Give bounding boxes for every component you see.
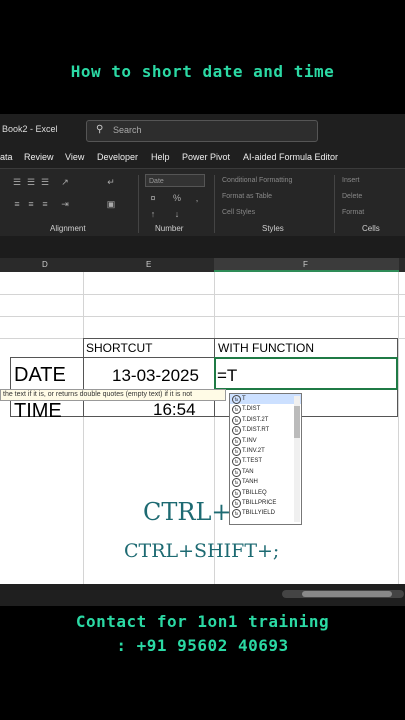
- function-icon: fx: [232, 405, 241, 415]
- contact-line-1: Contact for 1on1 training: [75, 612, 330, 631]
- function-header-text: WITH FUNCTION: [218, 341, 314, 355]
- align-bottom-icon[interactable]: ☰: [40, 177, 50, 187]
- wrap-text-icon[interactable]: ↵: [106, 177, 116, 187]
- active-cell-editor[interactable]: [214, 357, 398, 390]
- function-icon: fx: [232, 488, 241, 498]
- menu-ai-formula-editor[interactable]: AI-aided Formula Editor: [243, 152, 338, 162]
- horizontal-scrollbar[interactable]: [282, 590, 404, 598]
- column-header-d[interactable]: D: [42, 260, 48, 269]
- function-tooltip: the text if it is, or returns double quo…: [0, 389, 226, 401]
- autocomplete-item[interactable]: fx T.INV.2T: [230, 446, 301, 456]
- grid-line: [83, 272, 84, 584]
- autocomplete-item[interactable]: fx TANH: [230, 477, 301, 488]
- search-icon: ⚲: [96, 124, 104, 135]
- conditional-formatting-button[interactable]: Conditional Formatting: [222, 177, 292, 184]
- autocomplete-item[interactable]: fx TBILLEQ: [230, 488, 301, 498]
- align-middle-icon[interactable]: ☰: [26, 177, 36, 187]
- menu-bar: ata Review View Developer Help Power Piv…: [0, 146, 405, 168]
- function-icon: fx: [232, 509, 241, 519]
- autocomplete-item[interactable]: fx TBILLYIELD: [230, 508, 301, 519]
- autocomplete-item[interactable]: fx T.TEST: [230, 456, 301, 467]
- autocomplete-scrollbar[interactable]: [294, 396, 300, 522]
- grid-line: [0, 294, 405, 295]
- ribbon-separator: [138, 175, 139, 233]
- autocomplete-item[interactable]: fx T.DIST.RT: [230, 425, 301, 436]
- ribbon: ☰ ☰ ☰ ↗ ≡ ≡ ≡ ⇥ ↵ ▣ Alignment Date ¤ % ,…: [0, 168, 405, 237]
- formula-bar[interactable]: [0, 236, 405, 258]
- autocomplete-item[interactable]: fx T.DIST: [230, 404, 301, 415]
- ribbon-separator: [334, 175, 335, 233]
- function-icon: fx: [232, 426, 241, 436]
- column-header-e[interactable]: E: [146, 260, 151, 269]
- group-alignment-label: Alignment: [50, 224, 86, 233]
- group-styles-label: Styles: [262, 224, 284, 233]
- grid-line: [0, 316, 405, 317]
- indent-icon[interactable]: ⇥: [60, 199, 70, 209]
- autocomplete-item[interactable]: fx T.DIST.2T: [230, 415, 301, 425]
- format-as-table-button[interactable]: Format as Table: [222, 193, 272, 200]
- currency-icon[interactable]: ¤: [148, 193, 158, 203]
- function-icon: fx: [232, 478, 241, 488]
- formula-input-text: =T: [217, 366, 238, 385]
- autocomplete-item[interactable]: fx TBILLPRICE: [230, 498, 301, 508]
- contact-line-2: : +91 95602 40693: [116, 636, 289, 655]
- menu-view[interactable]: View: [65, 152, 84, 162]
- title-bar: Book2 - Excel ⚲ Search: [0, 114, 405, 146]
- ribbon-separator: [214, 175, 215, 233]
- align-center-icon[interactable]: ≡: [26, 199, 36, 209]
- merge-center-icon[interactable]: ▣: [106, 199, 116, 209]
- grid-line: [398, 272, 399, 584]
- number-format-dropdown[interactable]: Date: [145, 174, 205, 187]
- time-label-text: TIME: [14, 400, 62, 422]
- date-label-text: DATE: [14, 364, 66, 386]
- sheet-bottom-bar: [0, 584, 405, 606]
- autocomplete-item[interactable]: fx T.INV: [230, 436, 301, 446]
- excel-window: Book2 - Excel ⚲ Search ata Review View D…: [0, 114, 405, 606]
- function-autocomplete-list[interactable]: fx T fx T.DIST fx T.DIST.2T fx T.DIST.RT fx T…: [229, 393, 302, 525]
- cell-styles-button[interactable]: Cell Styles: [222, 209, 255, 216]
- group-number-label: Number: [155, 224, 184, 233]
- horizontal-scroll-thumb[interactable]: [302, 591, 392, 597]
- group-cells-label: Cells: [362, 224, 380, 233]
- format-cells-button[interactable]: Format: [342, 209, 364, 216]
- function-icon: fx: [232, 467, 241, 477]
- autocomplete-item[interactable]: fx TAN: [230, 467, 301, 477]
- time-value-text: 16:54: [153, 400, 196, 419]
- menu-review[interactable]: Review: [24, 152, 54, 162]
- orientation-icon[interactable]: ↗: [60, 177, 70, 187]
- function-icon: fx: [232, 457, 241, 467]
- insert-cells-button[interactable]: Insert: [342, 177, 360, 184]
- function-icon: fx: [232, 395, 241, 404]
- function-icon: fx: [232, 446, 241, 456]
- function-icon: fx: [232, 415, 241, 425]
- document-title: Book2 - Excel: [2, 124, 58, 134]
- menu-power-pivot[interactable]: Power Pivot: [182, 152, 230, 162]
- function-icon: fx: [232, 436, 241, 446]
- align-top-icon[interactable]: ☰: [12, 177, 22, 187]
- increase-decimal-icon[interactable]: ↑: [148, 209, 158, 219]
- autocomplete-item[interactable]: fx T: [230, 394, 301, 405]
- grid-line: [214, 272, 215, 584]
- overlay-shortcut-time: CTRL+SHIFT+;: [124, 540, 280, 562]
- search-input[interactable]: ⚲ Search: [86, 120, 318, 142]
- align-left-icon[interactable]: ≡: [12, 199, 22, 209]
- overlay-shortcut-date: CTRL+;: [143, 498, 240, 526]
- autocomplete-scroll-thumb[interactable]: [294, 406, 300, 438]
- column-header-f[interactable]: F: [303, 260, 308, 269]
- shortcut-header-text: SHORTCUT: [86, 341, 153, 355]
- align-right-icon[interactable]: ≡: [40, 199, 50, 209]
- percent-icon[interactable]: %: [172, 193, 182, 203]
- search-placeholder: Search: [113, 125, 142, 135]
- comma-icon[interactable]: ,: [192, 193, 202, 203]
- video-caption: How to short date and time: [70, 62, 335, 81]
- column-headers: D E F: [0, 258, 405, 273]
- function-icon: fx: [232, 498, 241, 508]
- menu-data[interactable]: ata: [0, 152, 13, 162]
- date-value-text: 13-03-2025: [112, 366, 199, 385]
- decrease-decimal-icon[interactable]: ↓: [172, 209, 182, 219]
- menu-help[interactable]: Help: [151, 152, 170, 162]
- delete-cells-button[interactable]: Delete: [342, 193, 362, 200]
- worksheet-grid[interactable]: SHORTCUT WITH FUNCTION DATE 13-03-2025 =…: [0, 272, 405, 584]
- menu-developer[interactable]: Developer: [97, 152, 138, 162]
